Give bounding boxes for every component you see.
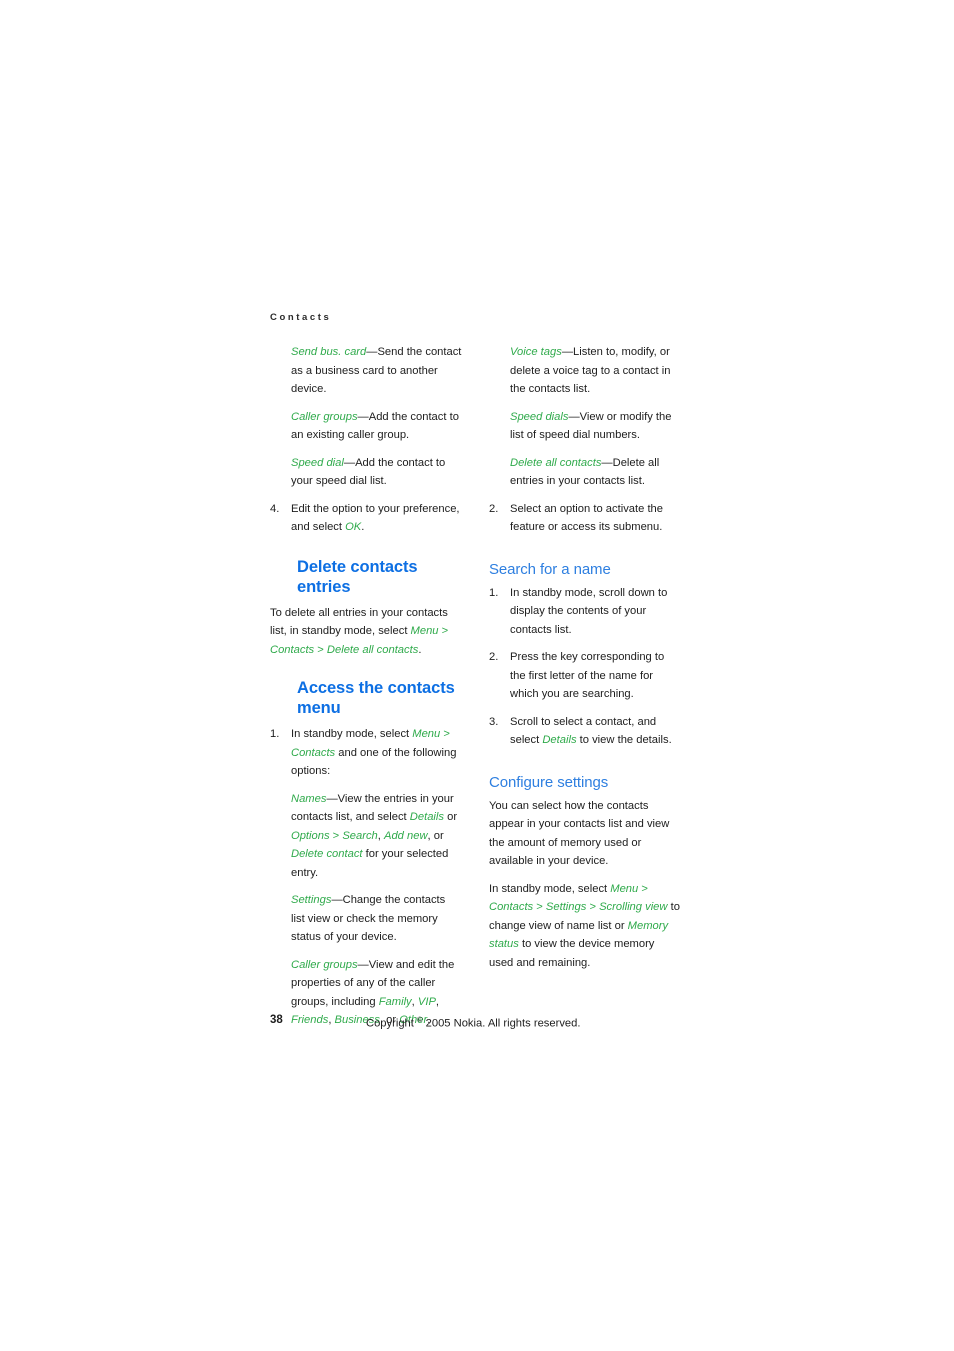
dash: — xyxy=(601,456,613,469)
dash: — xyxy=(326,792,338,805)
list-number: 2. xyxy=(489,502,499,515)
list-number: 3. xyxy=(489,715,499,728)
text-part: or xyxy=(443,811,458,823)
dash: — xyxy=(357,410,369,423)
separator: > xyxy=(586,901,600,913)
option-names: Names—View the entries in your contacts … xyxy=(270,790,462,883)
dash: — xyxy=(366,346,378,358)
option-settings: Settings—Change the contacts list view o… xyxy=(270,891,462,947)
step-text: Press the key corresponding to the first… xyxy=(510,651,665,700)
ui-term: Details xyxy=(542,734,577,746)
ui-term: Settings xyxy=(291,894,332,906)
separator: , xyxy=(435,995,440,1008)
step-text: In standby mode, scroll down to display … xyxy=(510,586,668,636)
text-end: to view the details. xyxy=(576,734,672,746)
list-number: 1. xyxy=(270,728,280,740)
ui-term: Speed dials xyxy=(510,410,569,423)
separator: > xyxy=(533,901,546,913)
heading-line-1: Delete contacts xyxy=(297,557,418,576)
heading-line-2: menu xyxy=(297,699,341,717)
ui-term: Scrolling view xyxy=(599,901,668,913)
option-caller-groups: Caller groups—Add the contact to an exis… xyxy=(270,408,462,445)
ui-term: Delete all contacts xyxy=(326,643,419,656)
ui-term: Contacts xyxy=(489,901,534,913)
dash: — xyxy=(357,958,369,971)
ui-term: OK xyxy=(345,521,362,533)
paragraph-configure-steps: In standby mode, select Menu > Contacts … xyxy=(489,880,681,973)
ui-term: Speed dial xyxy=(291,456,344,469)
heading-delete-contacts-entries: Delete contacts entries xyxy=(297,557,462,597)
heading-configure-settings: Configure settings xyxy=(489,773,609,791)
step-text-end: . xyxy=(361,521,365,533)
ui-term: Search xyxy=(342,829,378,842)
ui-term: Family xyxy=(378,995,412,1008)
page-footer: 38 Copyright © 2005 Nokia. All rights re… xyxy=(0,1014,954,1034)
list-item-step-4: 4. Edit the option to your preference, an… xyxy=(270,500,462,537)
heading-line-1: Access the contacts xyxy=(297,679,455,697)
ui-term: Details xyxy=(409,811,444,823)
ui-term: Menu xyxy=(412,728,441,740)
text-part: In standby mode, select xyxy=(291,728,413,740)
ui-term: Menu xyxy=(410,625,439,637)
separator: > xyxy=(329,829,343,842)
copyright-prefix: Copyright xyxy=(366,1017,417,1030)
heading-search-for-a-name: Search for a name xyxy=(489,560,611,578)
ui-term: Caller groups xyxy=(291,958,358,971)
paragraph-delete-contacts: To delete all entries in your contacts l… xyxy=(270,604,462,660)
list-item-step-2: 2. Select an option to activate the featu… xyxy=(489,500,681,537)
paragraph-configure-intro: You can select how the contacts appear i… xyxy=(489,799,670,868)
text-end: . xyxy=(418,643,422,656)
ui-term: Delete contact xyxy=(291,848,363,860)
ui-term: Delete all contacts xyxy=(510,456,602,469)
ui-term: Contacts xyxy=(291,746,336,759)
ui-term: Names xyxy=(291,792,327,805)
copyright-suffix: 2005 Nokia. All rights reserved. xyxy=(422,1017,581,1030)
ui-term: VIP xyxy=(417,995,436,1008)
manual-page: Contacts Send bus. card—Send the contact… xyxy=(0,0,954,1351)
ui-term: Settings xyxy=(545,901,587,913)
list-item-access-step-1: 1. In standby mode, select Menu > Contact… xyxy=(270,725,462,781)
page-number: 38 xyxy=(270,1014,283,1026)
ui-term: Add new xyxy=(383,829,428,842)
list-item-search-step-1: 1. In standby mode, scroll down to displa… xyxy=(489,584,681,640)
dash: — xyxy=(343,456,356,469)
list-number: 1. xyxy=(489,586,499,599)
ui-term: Send bus. card xyxy=(291,346,367,358)
separator: > xyxy=(314,643,327,656)
ui-term: Caller groups xyxy=(291,410,358,423)
text-part: In standby mode, select xyxy=(489,882,611,895)
option-speed-dials: Speed dials—View or modify the list of s… xyxy=(489,408,681,445)
text-part: , or xyxy=(427,829,444,842)
heading-line-2: entries xyxy=(297,577,351,596)
dash: — xyxy=(331,894,343,906)
separator: > xyxy=(440,728,450,740)
dash: — xyxy=(568,410,580,423)
list-item-search-step-3: 3. Scroll to select a contact, and select… xyxy=(489,713,681,750)
step-text: Select an option to activate the feature… xyxy=(510,502,663,534)
list-number: 2. xyxy=(489,651,499,663)
copyright-notice: Copyright © 2005 Nokia. All rights reser… xyxy=(366,1015,580,1030)
ui-term: Contacts xyxy=(270,643,315,656)
separator: > xyxy=(638,882,648,895)
two-column-body: Send bus. card—Send the contact as a bus… xyxy=(270,343,680,1039)
ui-term: Menu xyxy=(610,882,639,895)
heading-access-the-contacts-menu: Access the contacts menu xyxy=(297,678,462,718)
ui-term: Voice tags xyxy=(510,346,562,358)
separator: > xyxy=(438,625,449,637)
list-item-search-step-2: 2. Press the key corresponding to the fir… xyxy=(489,648,681,704)
right-column: Voice tags—Listen to, modify, or delete … xyxy=(489,343,681,1039)
left-column: Send bus. card—Send the contact as a bus… xyxy=(270,343,462,1039)
step-text: Edit the option to your preference, and … xyxy=(291,502,460,534)
option-speed-dial: Speed dial—Add the contact to your speed… xyxy=(270,454,462,491)
ui-term: Options xyxy=(291,829,330,842)
list-number: 4. xyxy=(270,502,280,515)
option-send-bus-card: Send bus. card—Send the contact as a bus… xyxy=(270,343,462,399)
running-header: Contacts xyxy=(270,312,332,323)
option-voice-tags: Voice tags—Listen to, modify, or delete … xyxy=(489,343,681,399)
dash: — xyxy=(561,346,574,358)
option-delete-all-contacts: Delete all contacts—Delete all entries i… xyxy=(489,454,681,491)
